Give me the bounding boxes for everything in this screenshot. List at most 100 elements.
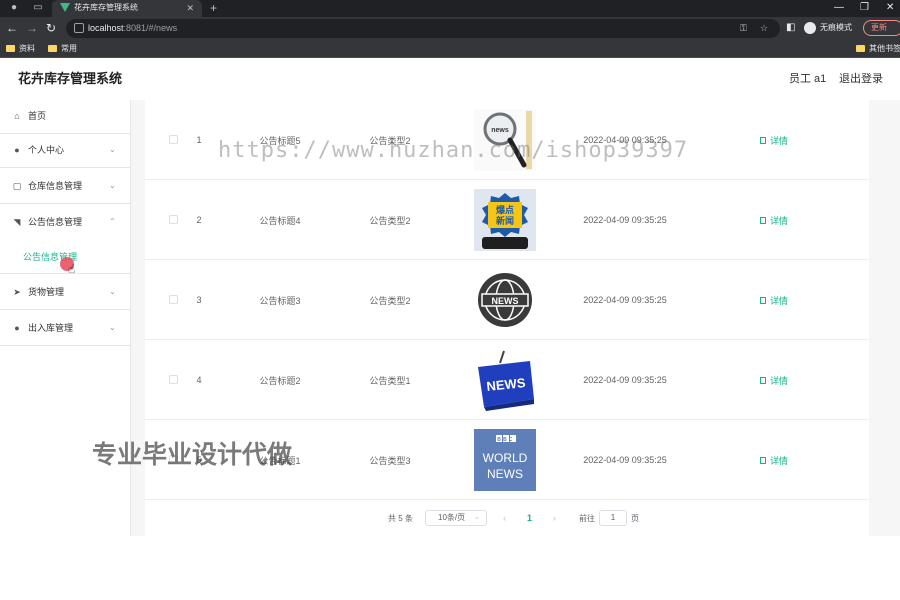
bookmark-folder-ziliao[interactable]: 资料 xyxy=(6,43,35,55)
new-tab-button[interactable]: + xyxy=(210,1,217,15)
svg-text:NEWS: NEWS xyxy=(487,467,523,481)
row-checkbox[interactable] xyxy=(169,135,178,144)
sidebar-item-label: 出入库管理 xyxy=(28,323,74,333)
folder-icon xyxy=(856,45,865,52)
svg-text:NEWS: NEWS xyxy=(492,296,519,306)
table-row: 3 公告标题3 公告类型2 NEWS 2022-04-09 09:35:25 详… xyxy=(145,260,869,340)
reload-icon[interactable]: ↻ xyxy=(46,21,56,35)
update-button[interactable]: 更新 xyxy=(863,20,900,36)
row-title: 公告标题4 xyxy=(259,215,301,226)
breaking-news-image: 爆点 新闻 xyxy=(463,180,547,260)
table-row: 2 公告标题4 公告类型2 爆点 新闻 2022-04-09 09:35:25 … xyxy=(145,180,869,260)
row-detail-button[interactable]: 详情 xyxy=(749,180,799,260)
news-key-svg: NEWS xyxy=(474,349,536,411)
incognito-indicator[interactable]: 无痕模式 xyxy=(804,21,852,35)
sidebar-item-inout[interactable]: ● 出入库管理 ⌄ xyxy=(0,312,131,346)
chevron-down-icon: ⌄ xyxy=(109,323,116,332)
row-time: 2022-04-09 09:35:25 xyxy=(583,375,667,385)
chevron-down-icon: ⌄ xyxy=(109,145,116,154)
row-detail-button[interactable]: 详情 xyxy=(749,260,799,340)
globe-news-svg: NEWS xyxy=(474,269,536,331)
row-detail-button[interactable]: 详情 xyxy=(749,340,799,420)
app-title: 花卉库存管理系统 xyxy=(18,71,123,86)
row-index: 1 xyxy=(196,135,202,145)
close-window-icon[interactable]: ✕ xyxy=(886,1,894,15)
row-index: 3 xyxy=(196,295,202,305)
row-type: 公告类型2 xyxy=(369,295,411,306)
sidebar-menu: ⌂ 首页 ● 个人中心 ⌄ ▢ 仓库信息管理 ⌄ ◥ 公告信息管理 ⌃ 公告信息… xyxy=(0,100,131,536)
site-info-icon[interactable] xyxy=(74,23,84,33)
send-icon: ➤ xyxy=(13,287,21,297)
chevron-up-icon: ⌃ xyxy=(109,217,116,226)
svg-text:新闻: 新闻 xyxy=(496,215,514,227)
logout-link[interactable]: 退出登录 xyxy=(839,72,883,86)
chevron-down-icon: ⌄ xyxy=(474,514,480,521)
row-title: 公告标题2 xyxy=(259,375,301,386)
sidebar-item-label: 个人中心 xyxy=(28,145,65,155)
sidebar-item-profile[interactable]: ● 个人中心 ⌄ xyxy=(0,134,131,168)
svg-text:爆点: 爆点 xyxy=(496,204,514,216)
sidebar-item-label: 仓库信息管理 xyxy=(28,181,83,191)
row-type: 公告类型1 xyxy=(369,375,411,386)
key-icon[interactable]: ⚿ xyxy=(740,22,747,35)
minimize-icon[interactable]: — xyxy=(834,1,844,15)
next-page-button[interactable]: › xyxy=(553,512,556,524)
forward-icon[interactable]: → xyxy=(26,21,38,35)
main-content: 1 公告标题5 公告类型2 news 2022-04-09 09:35:25 详… xyxy=(131,100,900,600)
url-text: localhost:8081/#/news xyxy=(88,23,178,33)
sidebar-item-label: 首页 xyxy=(28,111,47,121)
row-detail-button[interactable]: 详情 xyxy=(749,100,799,180)
goto-page-input[interactable]: 1 xyxy=(599,510,627,526)
news-key-image: NEWS xyxy=(463,340,547,420)
row-title: 公告标题3 xyxy=(259,295,301,306)
tab-list-icon[interactable]: ▭ xyxy=(32,2,44,14)
app-header: 花卉库存管理系统 员工 a1 退出登录 xyxy=(0,58,900,100)
row-checkbox[interactable] xyxy=(169,375,178,384)
svg-text:BBC: BBC xyxy=(497,437,514,443)
page-number-current[interactable]: 1 xyxy=(527,512,532,524)
sidebar-item-warehouse[interactable]: ▢ 仓库信息管理 ⌄ xyxy=(0,170,131,204)
notice-icon: ◥ xyxy=(13,217,21,227)
bbc-world-news-image: BBC WORLD NEWS xyxy=(463,420,547,500)
row-type: 公告类型2 xyxy=(369,215,411,226)
row-time: 2022-04-09 09:35:25 xyxy=(583,455,667,465)
incognito-avatar-icon xyxy=(804,21,816,34)
address-bar[interactable]: localhost:8081/#/news ⚿ ☆ xyxy=(66,19,780,38)
breaking-news-svg: 爆点 新闻 xyxy=(474,189,536,251)
browser-toolbar: ← → ↻ localhost:8081/#/news ⚿ ☆ ◧ 无痕模式 更… xyxy=(0,17,900,40)
tab-close-icon[interactable]: ✕ xyxy=(186,2,194,14)
maximize-icon[interactable]: ❐ xyxy=(860,1,869,15)
page-suffix: 页 xyxy=(631,514,639,523)
side-panel-icon[interactable]: ◧ xyxy=(786,21,795,35)
svg-text:news: news xyxy=(491,127,509,134)
browser-tab-strip: ● ▭ 花卉库存管理系统 ✕ + — ❐ ✕ xyxy=(0,0,900,17)
news-table: 1 公告标题5 公告类型2 news 2022-04-09 09:35:25 详… xyxy=(145,100,869,600)
sidebar-item-home[interactable]: ⌂ 首页 xyxy=(0,100,131,134)
browser-menu-icon[interactable]: ● xyxy=(8,2,20,14)
browser-tab[interactable]: 花卉库存管理系统 ✕ xyxy=(52,0,202,17)
row-detail-button[interactable]: 详情 xyxy=(749,420,799,500)
document-icon xyxy=(759,216,766,224)
sidebar-item-goods[interactable]: ➤ 货物管理 ⌄ xyxy=(0,276,131,310)
browser-tab-title: 花卉库存管理系统 xyxy=(74,3,138,12)
chevron-down-icon: ⌄ xyxy=(109,287,116,296)
chevron-down-icon: ⌄ xyxy=(109,181,116,190)
prev-page-button[interactable]: ‹ xyxy=(503,512,506,524)
sidebar-item-label: 货物管理 xyxy=(28,287,65,297)
current-user: 员工 a1 xyxy=(789,73,827,85)
back-icon[interactable]: ← xyxy=(6,21,18,35)
document-icon xyxy=(759,296,766,304)
hand-cursor-icon: ☝ xyxy=(68,262,76,276)
document-icon xyxy=(759,456,766,464)
row-checkbox[interactable] xyxy=(169,295,178,304)
sidebar-item-notice[interactable]: ◥ 公告信息管理 ⌃ xyxy=(0,206,131,240)
page-size-select[interactable]: 10条/页 ⌄ xyxy=(425,510,487,526)
globe-news-image: NEWS xyxy=(463,260,547,340)
folder-icon xyxy=(48,45,57,52)
row-time: 2022-04-09 09:35:25 xyxy=(583,215,667,225)
other-bookmarks[interactable]: 其他书签 xyxy=(856,43,900,55)
goto-label: 前往 xyxy=(579,514,595,523)
row-checkbox[interactable] xyxy=(169,215,178,224)
bookmark-star-icon[interactable]: ☆ xyxy=(760,22,768,35)
bookmark-folder-changyong[interactable]: 常用 xyxy=(48,43,77,55)
